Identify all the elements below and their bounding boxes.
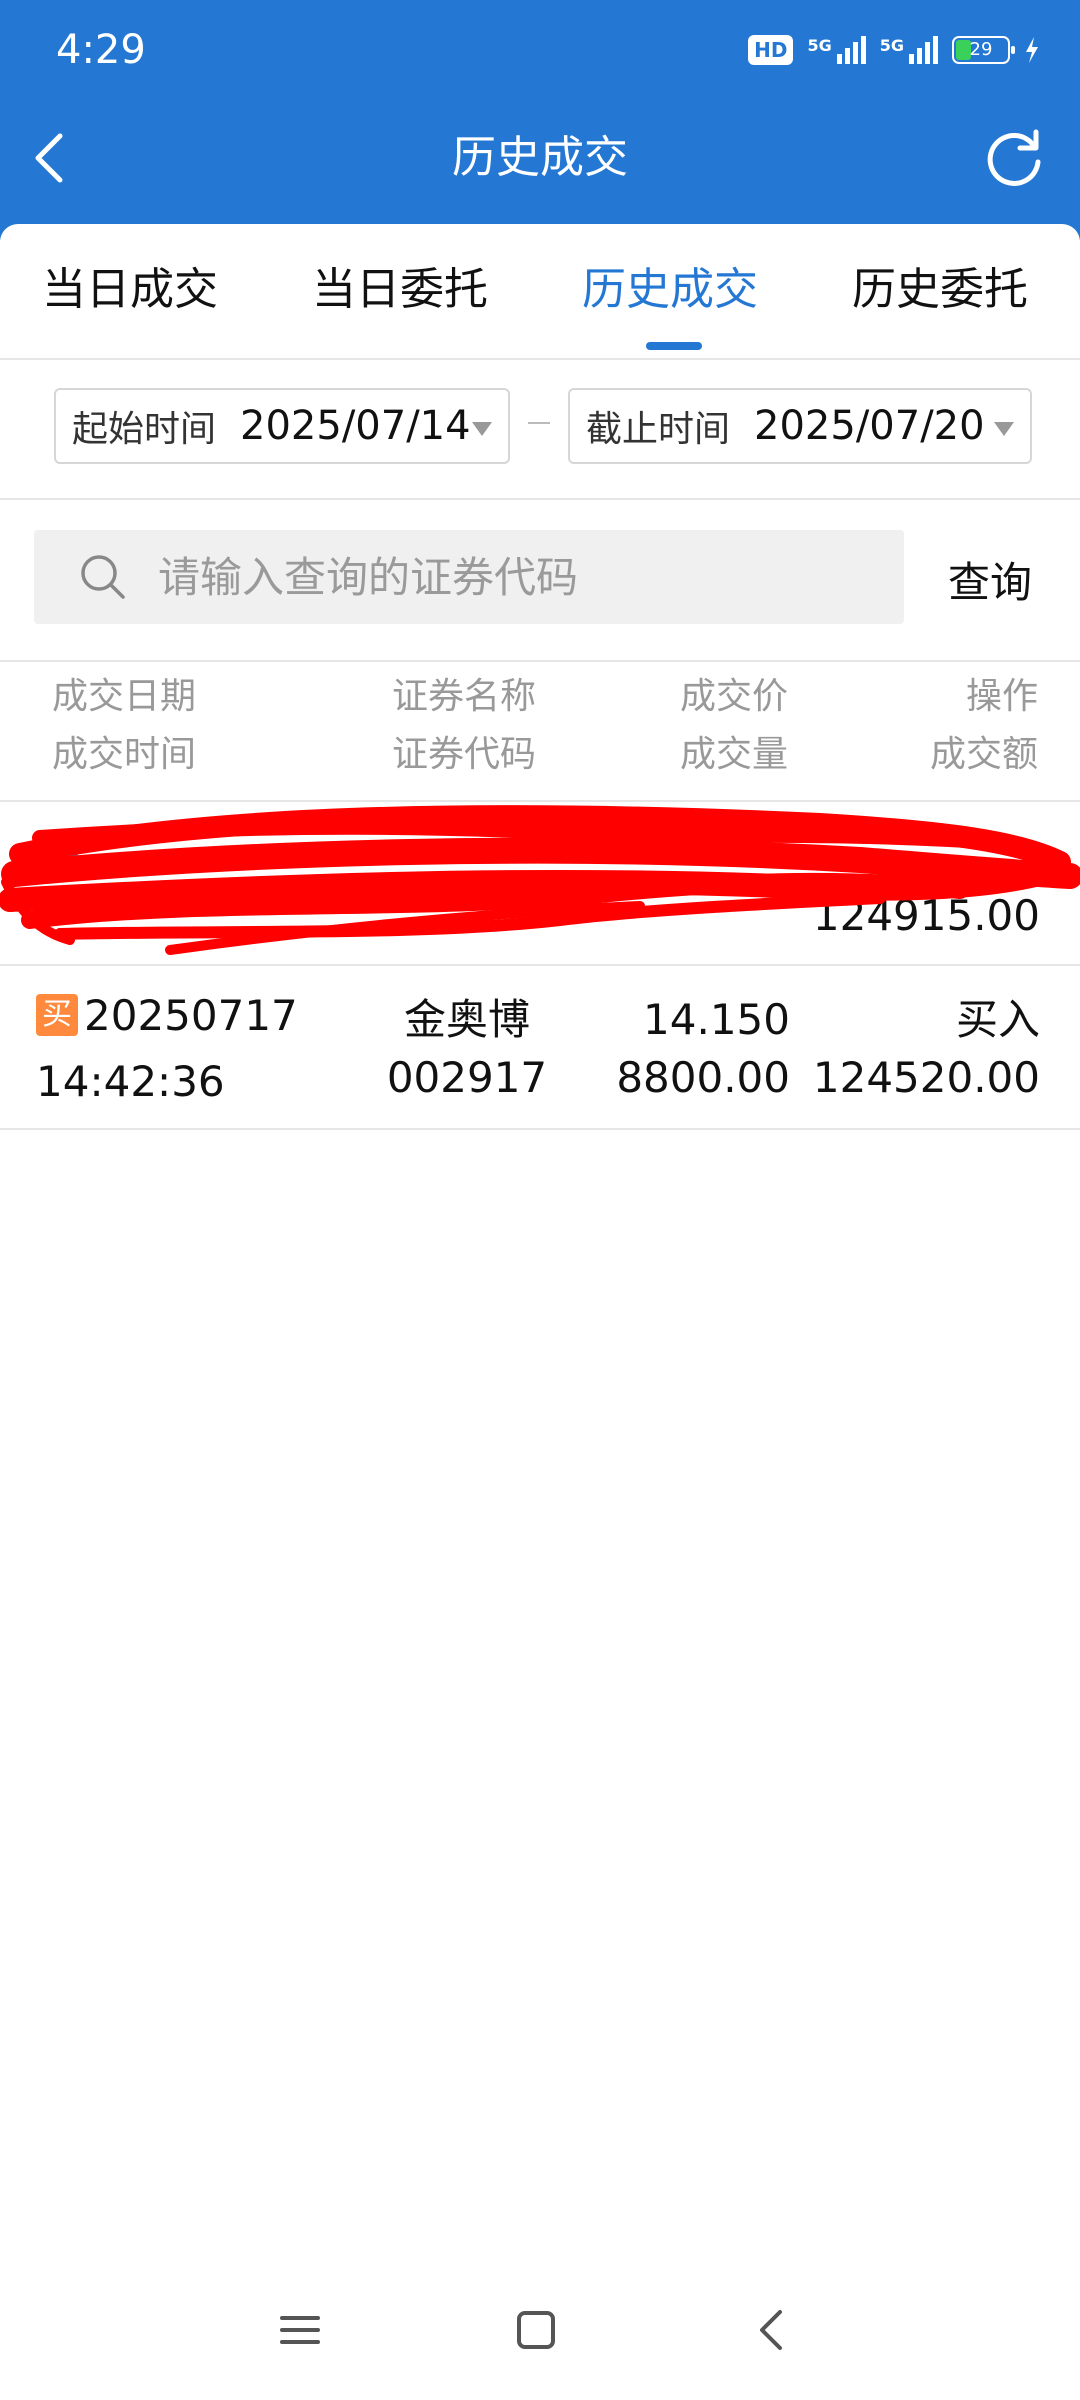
status-icons: HD 5G 5G 29 (748, 30, 1040, 70)
range-separator (528, 422, 550, 424)
date-filter-row: 起始时间 2025/07/14 截止时间 2025/07/20 (0, 360, 1080, 500)
table-header: 成交日期 成交时间 证券名称 证券代码 成交价 成交量 操作 成交额 (0, 662, 1080, 802)
tab-history-orders[interactable]: 历史委托 (852, 260, 1028, 320)
tab-today-trades[interactable]: 当日成交 (42, 260, 218, 320)
signal-label: 5G (879, 36, 904, 55)
col-action: 操作 (966, 676, 1039, 717)
back-icon[interactable] (742, 2300, 802, 2360)
col-amount: 成交额 (930, 734, 1039, 775)
sell-badge: 卖 (36, 829, 78, 872)
end-date-label: 截止时间 (586, 409, 731, 450)
table-row[interactable]: 买 20250717 14:42:36 金奥博 002917 14.150 880… (0, 966, 1080, 1130)
col-security-name: 证券名称 (392, 676, 537, 717)
search-row: 查询 (0, 500, 1080, 662)
signal-label: 5G (807, 36, 832, 55)
trade-action: 买入 (955, 995, 1040, 1044)
menu-icon[interactable] (270, 2300, 330, 2360)
trade-price: 14.150 (643, 995, 790, 1044)
dropdown-arrow-icon (472, 422, 492, 436)
home-icon[interactable] (506, 2300, 566, 2360)
trade-list: 卖 124915.00 买 20250717 14:42:36 金奥博 0029… (0, 802, 1080, 1130)
start-date-label: 起始时间 (72, 409, 217, 450)
page-title: 历史成交 (452, 132, 628, 183)
col-volume: 成交量 (680, 734, 789, 775)
charging-icon (1026, 37, 1038, 63)
end-date-select[interactable]: 截止时间 2025/07/20 (568, 388, 1032, 464)
start-date-select[interactable]: 起始时间 2025/07/14 (54, 388, 510, 464)
active-tab-indicator (646, 342, 702, 350)
tab-history-trades[interactable]: 历史成交 (582, 260, 758, 320)
col-security-code: 证券代码 (392, 734, 537, 775)
app-header: 4:29 HD 5G 5G 29 历史成交 (0, 0, 1080, 240)
system-nav-bar (0, 2280, 1080, 2380)
battery-level: 29 (969, 39, 993, 60)
signal-icon: 5G (807, 36, 866, 64)
table-row[interactable]: 卖 124915.00 (0, 802, 1080, 966)
status-time: 4:29 (56, 27, 146, 73)
trade-date: 买 20250717 (36, 988, 298, 1044)
start-date-value: 2025/07/14 (240, 403, 471, 449)
battery-icon: 29 (952, 36, 1015, 64)
col-trade-time: 成交时间 (52, 734, 197, 775)
trade-volume: 8800.00 (616, 1053, 790, 1102)
trade-time: 14:42:36 (36, 1057, 225, 1106)
col-trade-date: 成交日期 (52, 676, 197, 717)
query-button[interactable]: 查询 (948, 556, 1032, 610)
dropdown-arrow-icon (994, 422, 1014, 436)
trade-amount: 124520.00 (812, 1053, 1040, 1102)
signal-icon: 5G (880, 36, 938, 64)
search-input[interactable] (156, 551, 880, 603)
buy-badge: 买 (36, 993, 78, 1036)
tab-today-orders[interactable]: 当日委托 (312, 260, 488, 320)
content-card: 当日成交 当日委托 历史成交 历史委托 起始时间 2025/07/14 截止时间… (0, 224, 1080, 2400)
trade-date-value: 20250717 (84, 991, 298, 1040)
col-price: 成交价 (680, 676, 789, 717)
trade-date: 卖 (36, 824, 84, 880)
trade-amount: 124915.00 (812, 891, 1040, 940)
hd-badge: HD (748, 35, 794, 65)
tab-bar: 当日成交 当日委托 历史成交 历史委托 (0, 224, 1080, 360)
search-icon (81, 555, 125, 599)
refresh-button[interactable] (984, 126, 1046, 188)
security-code: 002917 (386, 1053, 548, 1102)
security-name: 金奥博 (403, 995, 530, 1044)
end-date-value: 2025/07/20 (754, 403, 985, 449)
search-box[interactable] (34, 530, 904, 624)
